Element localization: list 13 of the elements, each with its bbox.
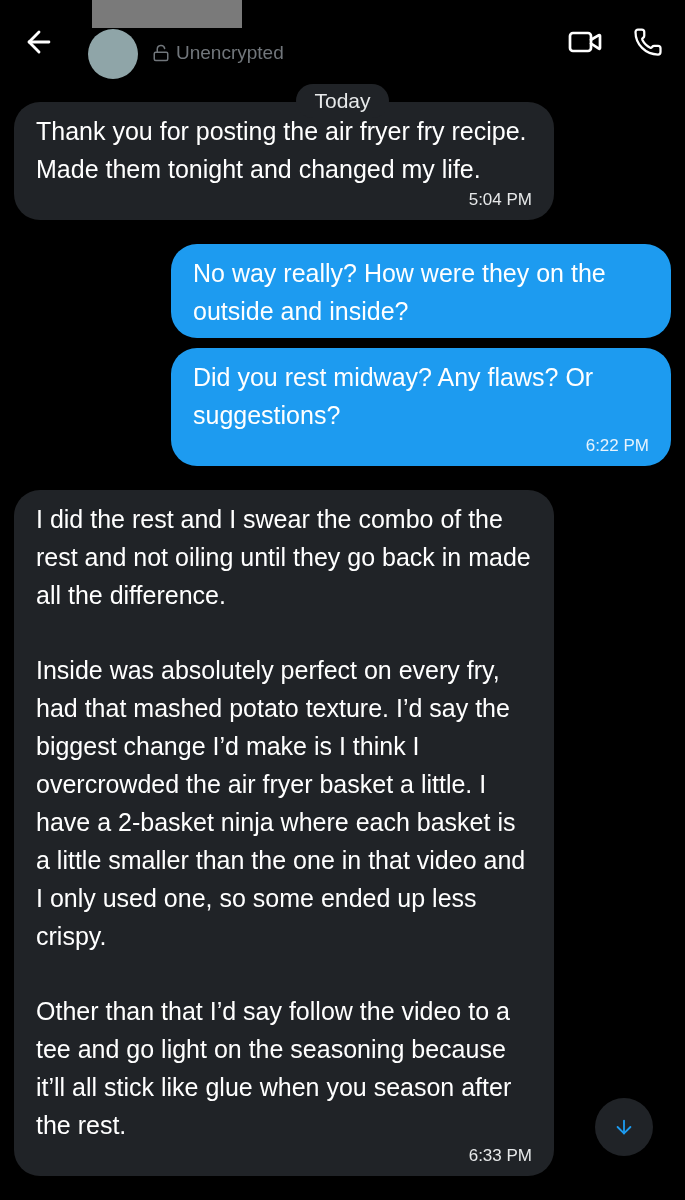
call-button[interactable]: [633, 27, 663, 57]
unlocked-icon: [152, 44, 170, 62]
message-time: 6:33 PM: [468, 1145, 532, 1167]
encryption-status: Unencrypted: [176, 40, 284, 65]
message-time: 5:04 PM: [468, 189, 532, 211]
message-text: Did you rest midway? Any flaws? Or suggestions?: [193, 362, 595, 431]
message-time: 6:22 PM: [585, 435, 649, 457]
message-text: I did the rest and I swear the combo of the rest and not oiling until they go back in made all the difference.: [36, 504, 532, 611]
message-text: No way really? How were they on the outside and inside?: [193, 258, 607, 327]
avatar[interactable]: [88, 29, 138, 79]
message-text: Thank you for posting the air fryer fry recipe. Made them tonight and changed my life.: [36, 116, 528, 185]
message-text: Other than that I’d say follow the video to a tee and go light on the seasoning because it’ll all stick like glue when you season after the rest.: [36, 996, 513, 1141]
message-text: Inside was absolutely perfect on every fry, had that mashed potato texture. I’d say the biggest change I’d make is I think I overcrowded the air fryer basket a little. I have a 2-basket ninja where each basket is a little smaller than the one in that video and I only used one, so some ended up less crispy.: [36, 655, 527, 952]
